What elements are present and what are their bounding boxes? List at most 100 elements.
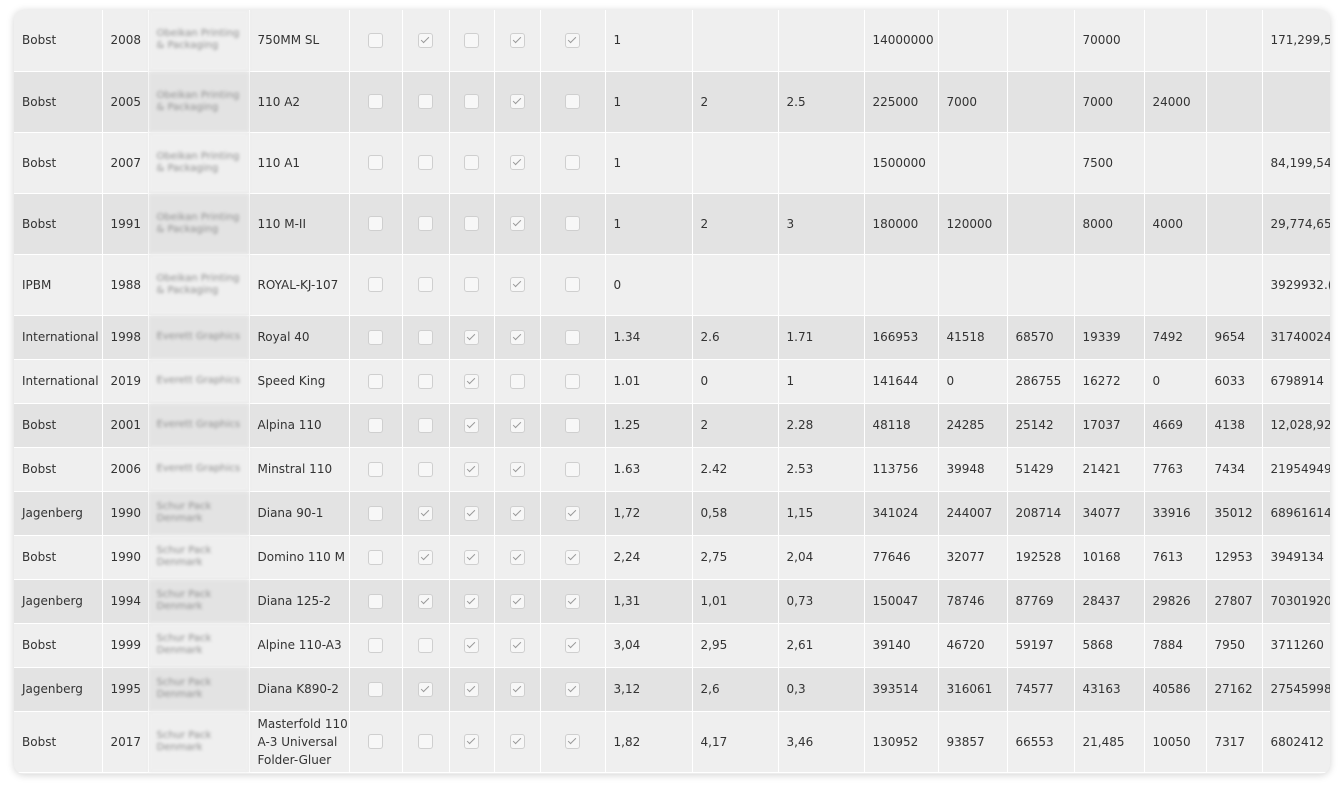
checkbox-unchecked[interactable] xyxy=(418,94,433,109)
checkbox-unchecked[interactable] xyxy=(368,373,383,389)
checkbox-unchecked[interactable] xyxy=(418,155,433,170)
checkbox-unchecked[interactable] xyxy=(368,593,383,609)
checkbox-unchecked[interactable] xyxy=(368,734,383,749)
checkbox-unchecked[interactable] xyxy=(418,373,433,389)
checkbox-checked[interactable] xyxy=(565,549,580,565)
model-cell: Royal 40 xyxy=(249,315,350,360)
checkbox-unchecked[interactable] xyxy=(464,155,479,170)
checkbox-checked[interactable] xyxy=(464,637,479,653)
year-cell: 2006 xyxy=(102,447,149,492)
checkbox-checked[interactable] xyxy=(565,637,580,653)
checkbox-unchecked[interactable] xyxy=(368,461,383,477)
checkbox-unchecked[interactable] xyxy=(418,329,433,345)
checkbox-checked[interactable] xyxy=(509,216,525,231)
checkbox-unchecked[interactable] xyxy=(418,734,433,749)
checkbox-unchecked[interactable] xyxy=(464,32,479,48)
checkbox-checked[interactable] xyxy=(509,94,525,109)
value-cell-n2: 2.42 xyxy=(692,447,779,492)
table-row: IPBM 1988 Obeikan Printing & Packaging ROYA… xyxy=(14,254,1330,316)
checkbox-unchecked[interactable] xyxy=(565,155,580,170)
checkbox-unchecked[interactable] xyxy=(565,461,580,477)
value-cell-n2 xyxy=(692,10,779,72)
checkbox-cell xyxy=(494,623,541,668)
table-row: Bobst 2008 Obeikan Printing & Packaging 750… xyxy=(14,10,1330,72)
value-cell-n1: 1.34 xyxy=(605,315,693,360)
checkbox-checked[interactable] xyxy=(509,593,525,609)
make-cell: Jagenberg xyxy=(14,667,103,712)
checkbox-unchecked[interactable] xyxy=(565,417,580,433)
checkbox-unchecked[interactable] xyxy=(368,32,383,48)
checkbox-checked[interactable] xyxy=(509,505,525,521)
checkbox-unchecked[interactable] xyxy=(565,216,580,231)
checkbox-checked[interactable] xyxy=(464,505,479,521)
checkbox-unchecked[interactable] xyxy=(418,216,433,231)
checkbox-checked[interactable] xyxy=(464,549,479,565)
checkbox-checked[interactable] xyxy=(464,593,479,609)
checkbox-checked[interactable] xyxy=(464,734,479,749)
year-cell: 1995 xyxy=(102,667,149,712)
checkbox-checked[interactable] xyxy=(565,505,580,521)
checkbox-unchecked[interactable] xyxy=(464,277,479,292)
value-cell-v3 xyxy=(1007,193,1075,255)
checkbox-unchecked[interactable] xyxy=(368,637,383,653)
checkbox-unchecked[interactable] xyxy=(368,681,383,697)
checkbox-checked[interactable] xyxy=(464,417,479,433)
checkbox-checked[interactable] xyxy=(418,549,433,565)
checkbox-checked[interactable] xyxy=(418,681,433,697)
value-cell-n1: 1 xyxy=(605,132,693,194)
checkbox-cell xyxy=(494,403,541,448)
checkbox-unchecked[interactable] xyxy=(565,94,580,109)
checkbox-unchecked[interactable] xyxy=(368,549,383,565)
checkbox-unchecked[interactable] xyxy=(509,373,525,389)
checkbox-unchecked[interactable] xyxy=(368,329,383,345)
checkbox-checked[interactable] xyxy=(509,417,525,433)
checkbox-unchecked[interactable] xyxy=(418,417,433,433)
value-cell-v3: 66553 xyxy=(1007,711,1075,773)
year-cell: 1990 xyxy=(102,535,149,580)
checkbox-checked[interactable] xyxy=(509,32,525,48)
checkbox-unchecked[interactable] xyxy=(368,505,383,521)
value-cell-n3: 1.71 xyxy=(778,315,865,360)
checkbox-unchecked[interactable] xyxy=(565,373,580,389)
checkbox-checked[interactable] xyxy=(464,373,479,389)
checkbox-cell xyxy=(494,447,541,492)
checkbox-checked[interactable] xyxy=(418,32,433,48)
checkbox-checked[interactable] xyxy=(509,637,525,653)
checkbox-checked[interactable] xyxy=(464,461,479,477)
checkbox-cell xyxy=(540,447,606,492)
value-cell-n1: 3,04 xyxy=(605,623,693,668)
checkbox-unchecked[interactable] xyxy=(464,94,479,109)
value-cell-n3: 1 xyxy=(778,359,865,404)
checkbox-checked[interactable] xyxy=(565,734,580,749)
checkbox-checked[interactable] xyxy=(509,155,525,170)
checkbox-unchecked[interactable] xyxy=(418,461,433,477)
checkbox-checked[interactable] xyxy=(509,461,525,477)
checkbox-checked[interactable] xyxy=(464,329,479,345)
checkbox-cell xyxy=(449,254,495,316)
checkbox-checked[interactable] xyxy=(509,329,525,345)
checkbox-checked[interactable] xyxy=(565,593,580,609)
checkbox-unchecked[interactable] xyxy=(464,216,479,231)
checkbox-checked[interactable] xyxy=(418,593,433,609)
checkbox-cell xyxy=(402,132,450,194)
checkbox-unchecked[interactable] xyxy=(565,329,580,345)
value-cell-n1: 2,24 xyxy=(605,535,693,580)
checkbox-unchecked[interactable] xyxy=(368,417,383,433)
checkbox-unchecked[interactable] xyxy=(368,277,383,292)
checkbox-unchecked[interactable] xyxy=(368,216,383,231)
checkbox-checked[interactable] xyxy=(418,505,433,521)
checkbox-unchecked[interactable] xyxy=(368,155,383,170)
checkbox-checked[interactable] xyxy=(565,681,580,697)
checkbox-checked[interactable] xyxy=(509,734,525,749)
checkbox-checked[interactable] xyxy=(509,549,525,565)
checkbox-checked[interactable] xyxy=(509,681,525,697)
checkbox-unchecked[interactable] xyxy=(565,277,580,292)
checkbox-unchecked[interactable] xyxy=(418,277,433,292)
checkbox-checked[interactable] xyxy=(565,32,580,48)
checkbox-checked[interactable] xyxy=(509,277,525,292)
value-cell-v5: 7492 xyxy=(1144,315,1207,360)
checkbox-checked[interactable] xyxy=(464,681,479,697)
value-cell-n1: 1 xyxy=(605,10,693,72)
checkbox-unchecked[interactable] xyxy=(368,94,383,109)
checkbox-unchecked[interactable] xyxy=(418,637,433,653)
